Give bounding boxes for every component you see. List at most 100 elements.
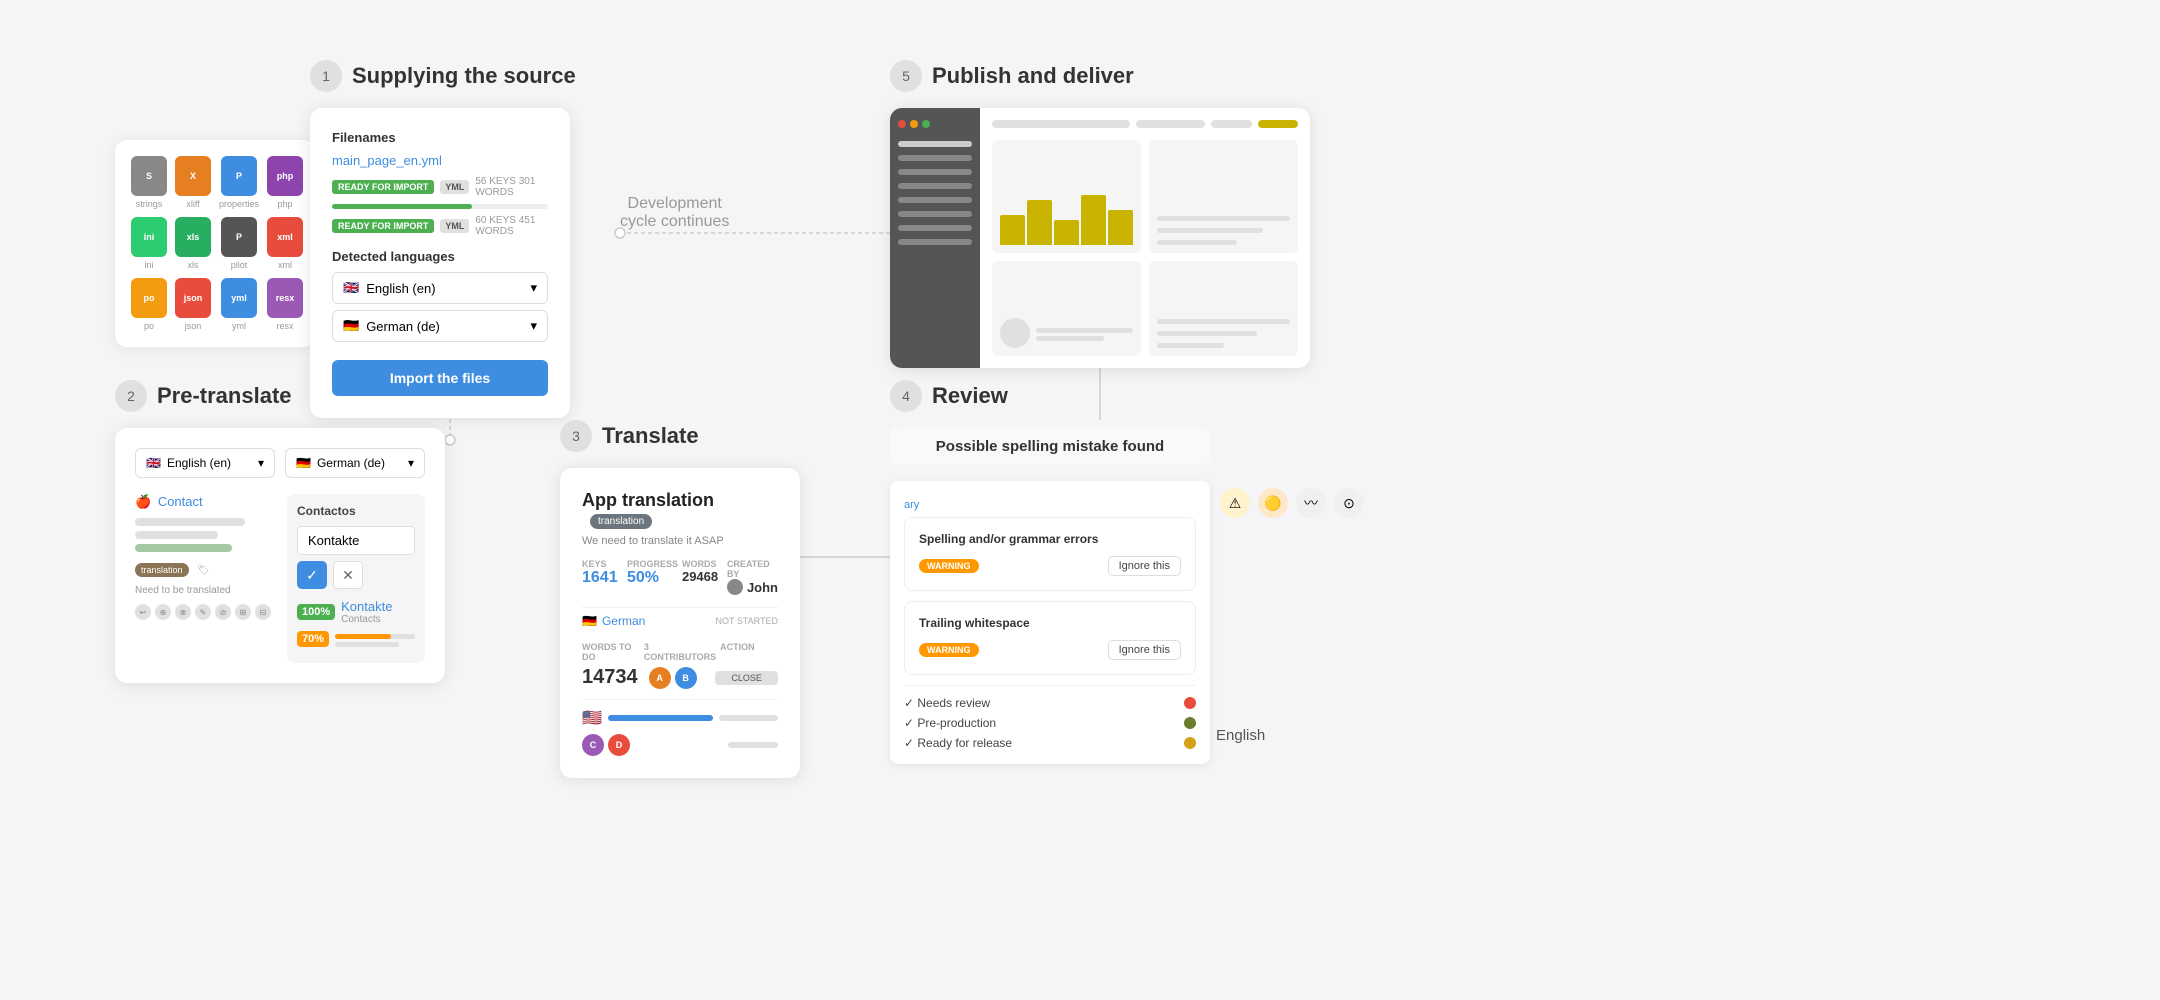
settings-icon[interactable]: ⊙ bbox=[1334, 488, 1364, 518]
small-icons-row: ↩ ⊕ ⊗ ✎ ⊘ ⊞ ⊟ bbox=[135, 604, 273, 620]
file2-meta: 60 KEYS 451 WORDS bbox=[475, 215, 548, 237]
step5-circle: 5 bbox=[890, 60, 922, 92]
file-icon-xml: xml xml bbox=[267, 217, 303, 270]
step2-lang1-selector[interactable]: 🇬🇧 English (en) ▾ bbox=[135, 448, 275, 478]
pub-circle-cell bbox=[992, 261, 1141, 356]
cancel-button[interactable]: ✕ bbox=[333, 561, 363, 589]
app-translation-title: App translation bbox=[582, 490, 714, 510]
step2-wrapper: 2 Pre-translate 🇬🇧 English (en) ▾ 🇩🇪 Ger… bbox=[115, 380, 445, 683]
contact-link[interactable]: 🍎 Contact bbox=[135, 494, 273, 510]
pub-top-bar bbox=[992, 120, 1298, 128]
pub-lines-cell-2 bbox=[1149, 261, 1298, 356]
file1-badge: READY FOR IMPORT bbox=[332, 180, 434, 194]
stats-row: KEYS 1641 PROGRESS 50% WORDS 29468 CREAT… bbox=[582, 559, 778, 595]
warning-icon[interactable]: ⚠ bbox=[1220, 488, 1250, 518]
file1-row: READY FOR IMPORT YML 56 KEYS 301 WORDS bbox=[332, 176, 548, 198]
file-icons-panel: S strings X xliff P properties php php i… bbox=[115, 140, 315, 347]
step5-card bbox=[890, 108, 1310, 368]
file-icon-xliff: X xliff bbox=[175, 156, 211, 209]
file-icon-pilot: P pilot bbox=[219, 217, 259, 270]
pub-dot-red bbox=[898, 120, 906, 128]
match-100-item: 100% Kontakte Contacts bbox=[297, 599, 415, 625]
status-dot-red bbox=[1184, 697, 1196, 709]
step4-wrapper: 4 Review Possible spelling mistake found… bbox=[890, 380, 1364, 764]
step4-header: 4 Review bbox=[890, 380, 1364, 412]
avatar-1: A bbox=[649, 667, 671, 689]
step2-lang2-text: German (de) bbox=[317, 456, 385, 470]
avatar-2: B bbox=[675, 667, 697, 689]
step5-wrapper: 5 Publish and deliver bbox=[890, 60, 1310, 368]
file-icon-resx: resx resx bbox=[267, 278, 303, 331]
lang-selector-row: 🇬🇧 English (en) ▾ 🇩🇪 German (de) ▾ bbox=[135, 448, 425, 478]
status-needs-review: ✓ Needs review bbox=[904, 696, 1196, 710]
chevron-down-icon-4: ▾ bbox=[408, 456, 414, 470]
action-btns: ✓ ✕ bbox=[297, 561, 415, 589]
status-pre-production: ✓ Pre-production bbox=[904, 716, 1196, 730]
dev-cycle-text: Development cycle continues bbox=[620, 195, 729, 231]
file1-progress-bar bbox=[332, 204, 548, 209]
need-translate-text: Need to be translated bbox=[135, 585, 273, 596]
filenames-label: Filenames bbox=[332, 130, 548, 145]
wave-icon[interactable]: 〰 bbox=[1296, 488, 1326, 518]
status-dot-amber bbox=[1184, 737, 1196, 749]
review-main-panel: Possible spelling mistake found ary Spel… bbox=[890, 428, 1210, 764]
review-icons-panel: ⚠ 🟡 〰 ⊙ bbox=[1220, 488, 1364, 764]
pub-dot-yellow bbox=[910, 120, 918, 128]
spelling-section-2: Trailing whitespace WARNING Ignore this bbox=[904, 601, 1196, 675]
tag-icon: 🏷 bbox=[197, 565, 210, 576]
step3-header: 3 Translate bbox=[560, 420, 800, 452]
step2-lang2-selector[interactable]: 🇩🇪 German (de) ▾ bbox=[285, 448, 425, 478]
publish-main bbox=[980, 108, 1310, 368]
file-icons-grid: S strings X xliff P properties php php i… bbox=[131, 156, 299, 331]
translation-right: Contactos ✓ ✕ 100% Kontakte Contacts bbox=[287, 494, 425, 663]
ignore-button-1[interactable]: Ignore this bbox=[1108, 556, 1181, 576]
filename-link[interactable]: main_page_en.yml bbox=[332, 153, 548, 168]
pub-lines-cell-1 bbox=[1149, 140, 1298, 253]
file-icon-php: php php bbox=[267, 156, 303, 209]
lang2-text: German (de) bbox=[366, 319, 440, 334]
confirm-button[interactable]: ✓ bbox=[297, 561, 327, 589]
file2-badge: READY FOR IMPORT bbox=[332, 219, 434, 233]
match-100-name: Kontakte bbox=[341, 599, 392, 614]
step3-card: App translation translation We need to t… bbox=[560, 468, 800, 778]
file-icon-properties: P properties bbox=[219, 156, 259, 209]
words-to-do-value: 14734 bbox=[582, 666, 645, 689]
step2-card: 🇬🇧 English (en) ▾ 🇩🇪 German (de) ▾ 🍎 Con… bbox=[115, 428, 445, 683]
step5-header: 5 Publish and deliver bbox=[890, 60, 1310, 92]
pub-chart-cell bbox=[992, 140, 1141, 253]
pub-dot-green bbox=[922, 120, 930, 128]
step3-title: Translate bbox=[602, 423, 699, 449]
lang2-dropdown[interactable]: 🇩🇪 German (de) ▾ bbox=[332, 310, 548, 342]
spelling-section-1: Spelling and/or grammar errors WARNING I… bbox=[904, 517, 1196, 591]
step5-title: Publish and deliver bbox=[932, 63, 1134, 89]
ignore-button-2[interactable]: Ignore this bbox=[1108, 640, 1181, 660]
status-indicators: ✓ Needs review ✓ Pre-production ✓ Ready … bbox=[904, 685, 1196, 750]
lang1-dropdown[interactable]: 🇬🇧 English (en) ▾ bbox=[332, 272, 548, 304]
file-icon-ini: ini ini bbox=[131, 217, 167, 270]
step1-title: Supplying the source bbox=[352, 63, 576, 89]
translation-left: 🍎 Contact translation 🏷 Need to be trans… bbox=[135, 494, 273, 663]
step1-header: 1 Supplying the source bbox=[310, 60, 576, 92]
match-70-badge: 70% bbox=[297, 631, 329, 647]
file-icon-xls: xls xls bbox=[175, 217, 211, 270]
step2-circle: 2 bbox=[115, 380, 147, 412]
status-ready-release: ✓ Ready for release bbox=[904, 736, 1196, 750]
chevron-down-icon-2: ▾ bbox=[530, 318, 537, 334]
coin-icon[interactable]: 🟡 bbox=[1258, 488, 1288, 518]
kontakte-section: Contactos ✓ ✕ 100% Kontakte Contacts bbox=[287, 494, 425, 663]
review-icons-row: ⚠ 🟡 〰 ⊙ bbox=[1220, 488, 1364, 518]
kontakte-input[interactable] bbox=[297, 526, 415, 555]
avatar-3: C bbox=[582, 734, 604, 756]
gray-bar-3 bbox=[135, 544, 232, 552]
warning-badge-2: WARNING bbox=[919, 643, 979, 657]
close-button[interactable]: CLOSE bbox=[715, 671, 778, 685]
avatar-4: D bbox=[608, 734, 630, 756]
review-small-text: ary bbox=[904, 499, 919, 511]
chevron-down-icon: ▾ bbox=[530, 280, 537, 296]
file-icon-strings: S strings bbox=[131, 156, 167, 209]
file1-type: YML bbox=[440, 180, 469, 194]
lang1-text: English (en) bbox=[366, 281, 435, 296]
pub-grid bbox=[992, 140, 1298, 356]
chevron-down-icon-3: ▾ bbox=[258, 456, 264, 470]
step4-title: Review bbox=[932, 383, 1008, 409]
